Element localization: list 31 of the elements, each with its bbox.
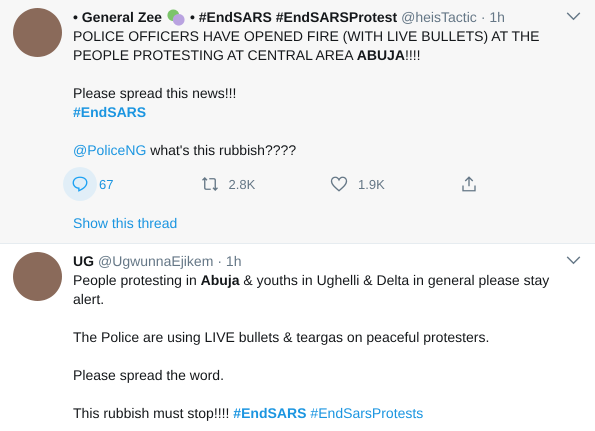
heart-icon[interactable] <box>330 175 348 193</box>
caret-icon[interactable] <box>566 256 581 265</box>
show-thread-link[interactable]: Show this thread <box>73 215 178 231</box>
tweet-time[interactable]: · 1h <box>217 252 242 271</box>
user-handle[interactable]: @UgwunnaEjikem <box>98 252 214 271</box>
tweet-text: POLICE OFFICERS HAVE OPENED FIRE (WITH LIVE BULLETS) AT THE PEOPLE PROTESTING AT CENTRAL AREA ABUJA!!!! <box>73 27 540 65</box>
display-name[interactable]: UG <box>73 252 94 271</box>
user-handle[interactable]: @heisTactic <box>401 8 477 27</box>
tweet-text: The Police are using LIVE bullets & teargas on peaceful protesters. <box>73 328 490 347</box>
hashtag-link[interactable]: #EndSARS <box>233 405 306 421</box>
retweet-icon[interactable] <box>200 175 218 193</box>
action-count: 2.8K <box>228 176 256 192</box>
hashtag-link[interactable]: #EndSARS <box>73 104 146 120</box>
caret-icon[interactable] <box>566 12 581 21</box>
tweet-text: This rubbish must stop!!!! #EndSARS #EndSarsProtests <box>73 404 424 423</box>
tweet-text: @PoliceNG what's this rubbish???? <box>73 141 298 160</box>
tweet-text: Please spread this news!!! #EndSARS <box>73 84 238 122</box>
action-count: 67 <box>99 176 114 192</box>
avatar-photo-placeholder[interactable] <box>13 8 62 57</box>
tweet-card[interactable] <box>0 0 595 244</box>
mention-link[interactable]: @PoliceNG <box>73 142 146 158</box>
action-count: 1.9K <box>358 176 385 192</box>
display-name[interactable]: • General Zee <box>73 8 162 27</box>
display-name[interactable]: • #EndSARS #EndSARSProtest <box>190 8 398 27</box>
tweet-text: People protesting in Abuja & youths in Ughelli & Delta in general please stay alert. <box>73 271 550 309</box>
hashtag-link[interactable]: #EndSarsProtests <box>310 405 424 421</box>
tweet-time[interactable]: · 1h <box>480 8 505 27</box>
tweet-text: Please spread the word. <box>73 366 225 385</box>
speech-bubble-icon[interactable] <box>71 175 89 193</box>
avatar-photo-placeholder[interactable] <box>13 252 62 301</box>
share-icon[interactable] <box>460 175 478 193</box>
